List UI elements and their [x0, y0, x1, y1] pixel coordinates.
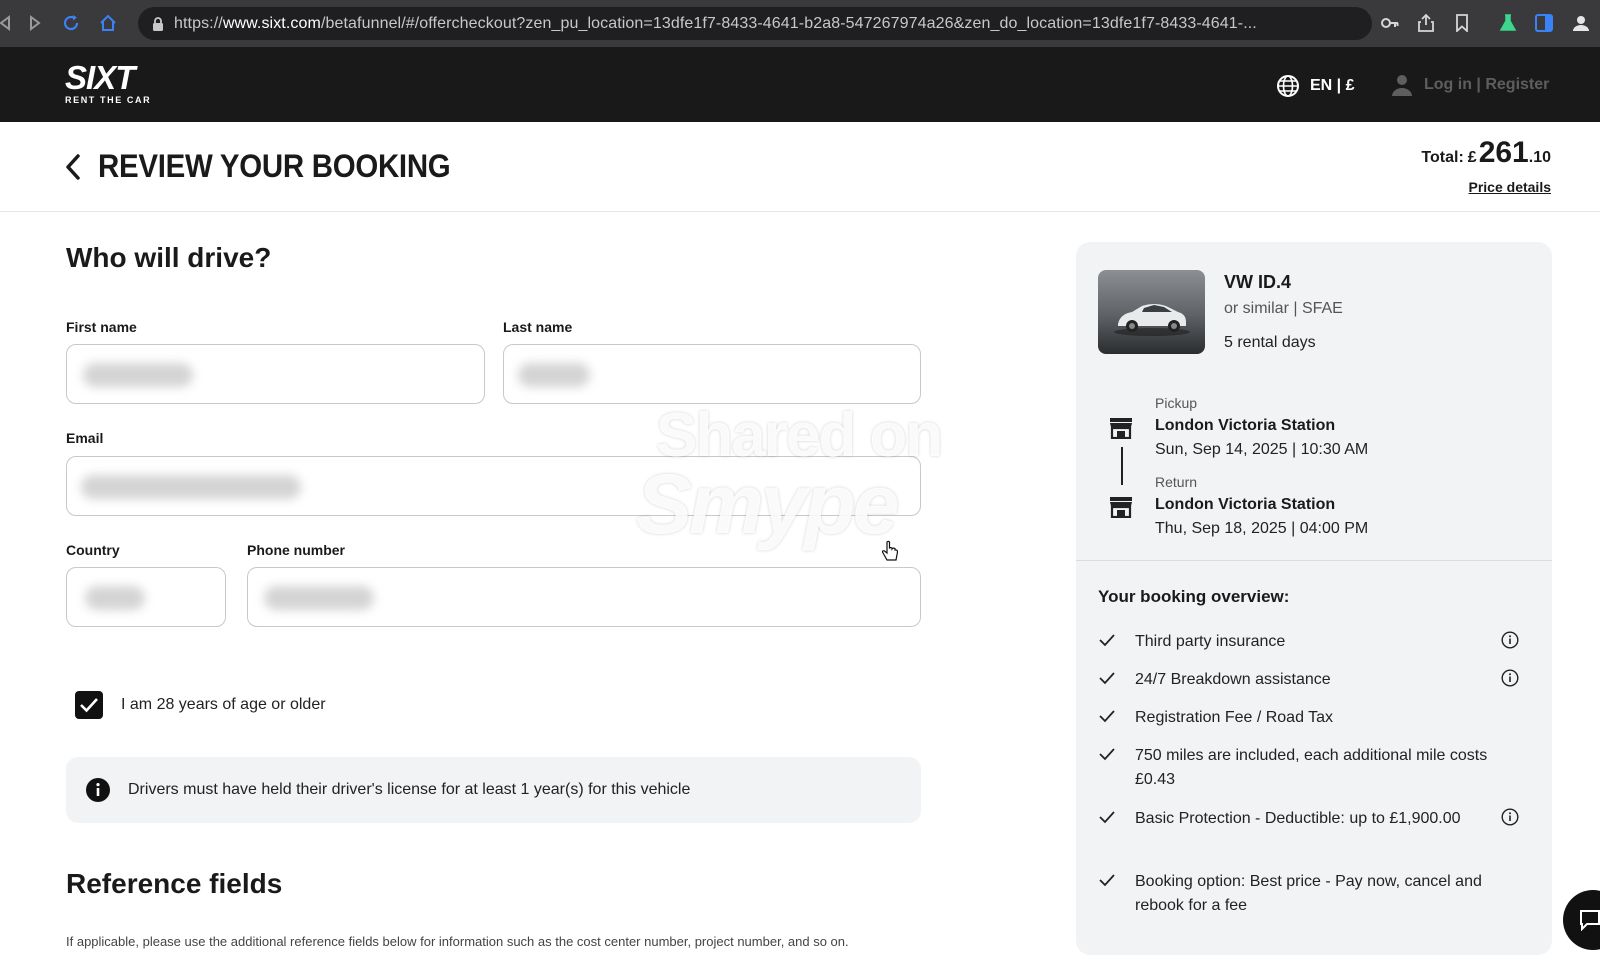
car-image — [1098, 270, 1205, 354]
chat-icon — [1580, 910, 1600, 931]
country-label: Country — [66, 542, 120, 558]
profile-icon[interactable] — [1571, 13, 1591, 33]
rental-days: 5 rental days — [1224, 334, 1316, 351]
address-bar[interactable]: https://www.sixt.com/betafunnel/#/offerc… — [138, 7, 1372, 40]
overview-item-text: Registration Fee / Road Tax — [1135, 709, 1334, 726]
total-decimals: .10 — [1528, 149, 1551, 166]
language-currency-selector[interactable]: EN | £ — [1276, 74, 1355, 98]
pickup-datetime: Sun, Sep 14, 2025 | 10:30 AM — [1155, 441, 1369, 458]
check-icon — [1099, 672, 1115, 685]
car-name: VW ID.4 — [1224, 272, 1292, 292]
route-connector — [1121, 447, 1123, 485]
sidebar-toggle-icon[interactable] — [1534, 13, 1554, 33]
key-icon[interactable] — [1380, 13, 1400, 33]
page-title: REVIEW YOUR BOOKING — [98, 148, 451, 184]
page-title-bar: REVIEW YOUR BOOKING Total: £ 261 .10 Pri… — [0, 122, 1600, 212]
overview-item-text: 24/7 Breakdown assistance — [1135, 671, 1331, 688]
license-notice: Drivers must have held their driver's li… — [66, 757, 921, 823]
info-filled-icon — [86, 778, 110, 802]
site-header: SIXT RENT THE CAR EN | £ Log in | Regist… — [0, 47, 1600, 122]
total-currency: £ — [1467, 149, 1477, 166]
overview-item-text: Booking option: Best price - Pay now, ca… — [1135, 873, 1482, 914]
driver-section-title: Who will drive? — [66, 242, 272, 273]
reload-icon[interactable] — [60, 12, 82, 34]
age-confirmation[interactable]: I am 28 years of age or older — [75, 691, 326, 719]
labs-flask-icon[interactable] — [1498, 13, 1518, 33]
back-arrow-icon[interactable] — [62, 152, 84, 182]
overview-item-text: Basic Protection - Deductible: up to £1,… — [1135, 810, 1461, 827]
country-select[interactable] — [66, 567, 226, 627]
return-location: London Victoria Station — [1155, 496, 1336, 513]
return-label: Return — [1155, 474, 1198, 490]
pickup-label: Pickup — [1155, 395, 1198, 411]
logo-tagline: RENT THE CAR — [65, 95, 152, 105]
overview-item-text: 750 miles are included, each additional … — [1135, 747, 1488, 788]
share-icon[interactable] — [1416, 13, 1436, 33]
language-label: EN | £ — [1310, 77, 1355, 94]
globe-icon — [1277, 75, 1299, 97]
home-icon[interactable] — [97, 12, 119, 34]
email-input[interactable] — [66, 456, 921, 516]
url-text: https://www.sixt.com/betafunnel/#/offerc… — [174, 14, 1257, 32]
email-label: Email — [66, 430, 104, 446]
overview-item-text: Third party insurance — [1135, 633, 1286, 650]
car-category: or similar | SFAE — [1224, 300, 1343, 317]
info-icon[interactable] — [1501, 631, 1519, 649]
chat-button[interactable] — [1563, 890, 1600, 950]
price-details-link[interactable]: Price details — [1469, 179, 1552, 195]
check-icon — [1099, 748, 1115, 761]
age-checkbox-label: I am 28 years of age or older — [121, 696, 326, 713]
hand-cursor-icon — [881, 540, 899, 561]
forward-nav-icon[interactable] — [24, 12, 46, 34]
store-icon — [1110, 418, 1132, 439]
login-label: Log in | Register — [1424, 76, 1550, 93]
checkmark-icon — [80, 698, 98, 713]
redacted-value — [264, 586, 374, 610]
license-notice-text: Drivers must have held their driver's li… — [128, 781, 691, 798]
redacted-value — [518, 363, 590, 387]
last-name-label: Last name — [503, 319, 573, 335]
booking-overview-title: Your booking overview: — [1098, 587, 1290, 606]
first-name-label: First name — [66, 319, 137, 335]
info-icon[interactable] — [1501, 808, 1519, 826]
reference-fields-description: If applicable, please use the additional… — [66, 934, 849, 949]
phone-input[interactable] — [247, 567, 921, 627]
reference-fields-title: Reference fields — [66, 868, 283, 899]
booking-summary-panel: VW ID.4 or similar | SFAE 5 rental days … — [1076, 242, 1552, 955]
back-nav-icon[interactable] — [0, 12, 16, 34]
pickup-location: London Victoria Station — [1155, 417, 1336, 434]
user-icon — [1392, 75, 1412, 96]
check-icon — [1099, 811, 1115, 824]
redacted-value — [83, 363, 193, 387]
lock-icon — [153, 16, 163, 31]
redacted-value — [81, 475, 301, 499]
phone-label: Phone number — [247, 542, 346, 558]
check-icon — [1099, 634, 1115, 647]
redacted-value — [85, 586, 145, 610]
info-icon[interactable] — [1501, 669, 1519, 687]
bookmark-icon[interactable] — [1452, 13, 1472, 33]
panel-divider — [1076, 560, 1552, 561]
first-name-input[interactable] — [66, 344, 485, 404]
check-icon — [1099, 710, 1115, 723]
return-datetime: Thu, Sep 18, 2025 | 04:00 PM — [1155, 520, 1369, 537]
total-price: Total: £ 261 .10 — [1421, 136, 1551, 170]
age-checkbox[interactable] — [75, 691, 103, 719]
logo-wordmark: SIXT — [65, 59, 135, 96]
store-icon — [1110, 497, 1132, 518]
last-name-input[interactable] — [503, 344, 921, 404]
login-register-link[interactable]: Log in | Register — [1392, 74, 1549, 96]
check-icon — [1099, 874, 1115, 887]
total-label: Total: — [1421, 149, 1464, 166]
sixt-logo[interactable]: SIXT RENT THE CAR — [65, 59, 152, 105]
browser-toolbar: https://www.sixt.com/betafunnel/#/offerc… — [0, 0, 1600, 47]
total-amount: 261 — [1478, 136, 1529, 169]
